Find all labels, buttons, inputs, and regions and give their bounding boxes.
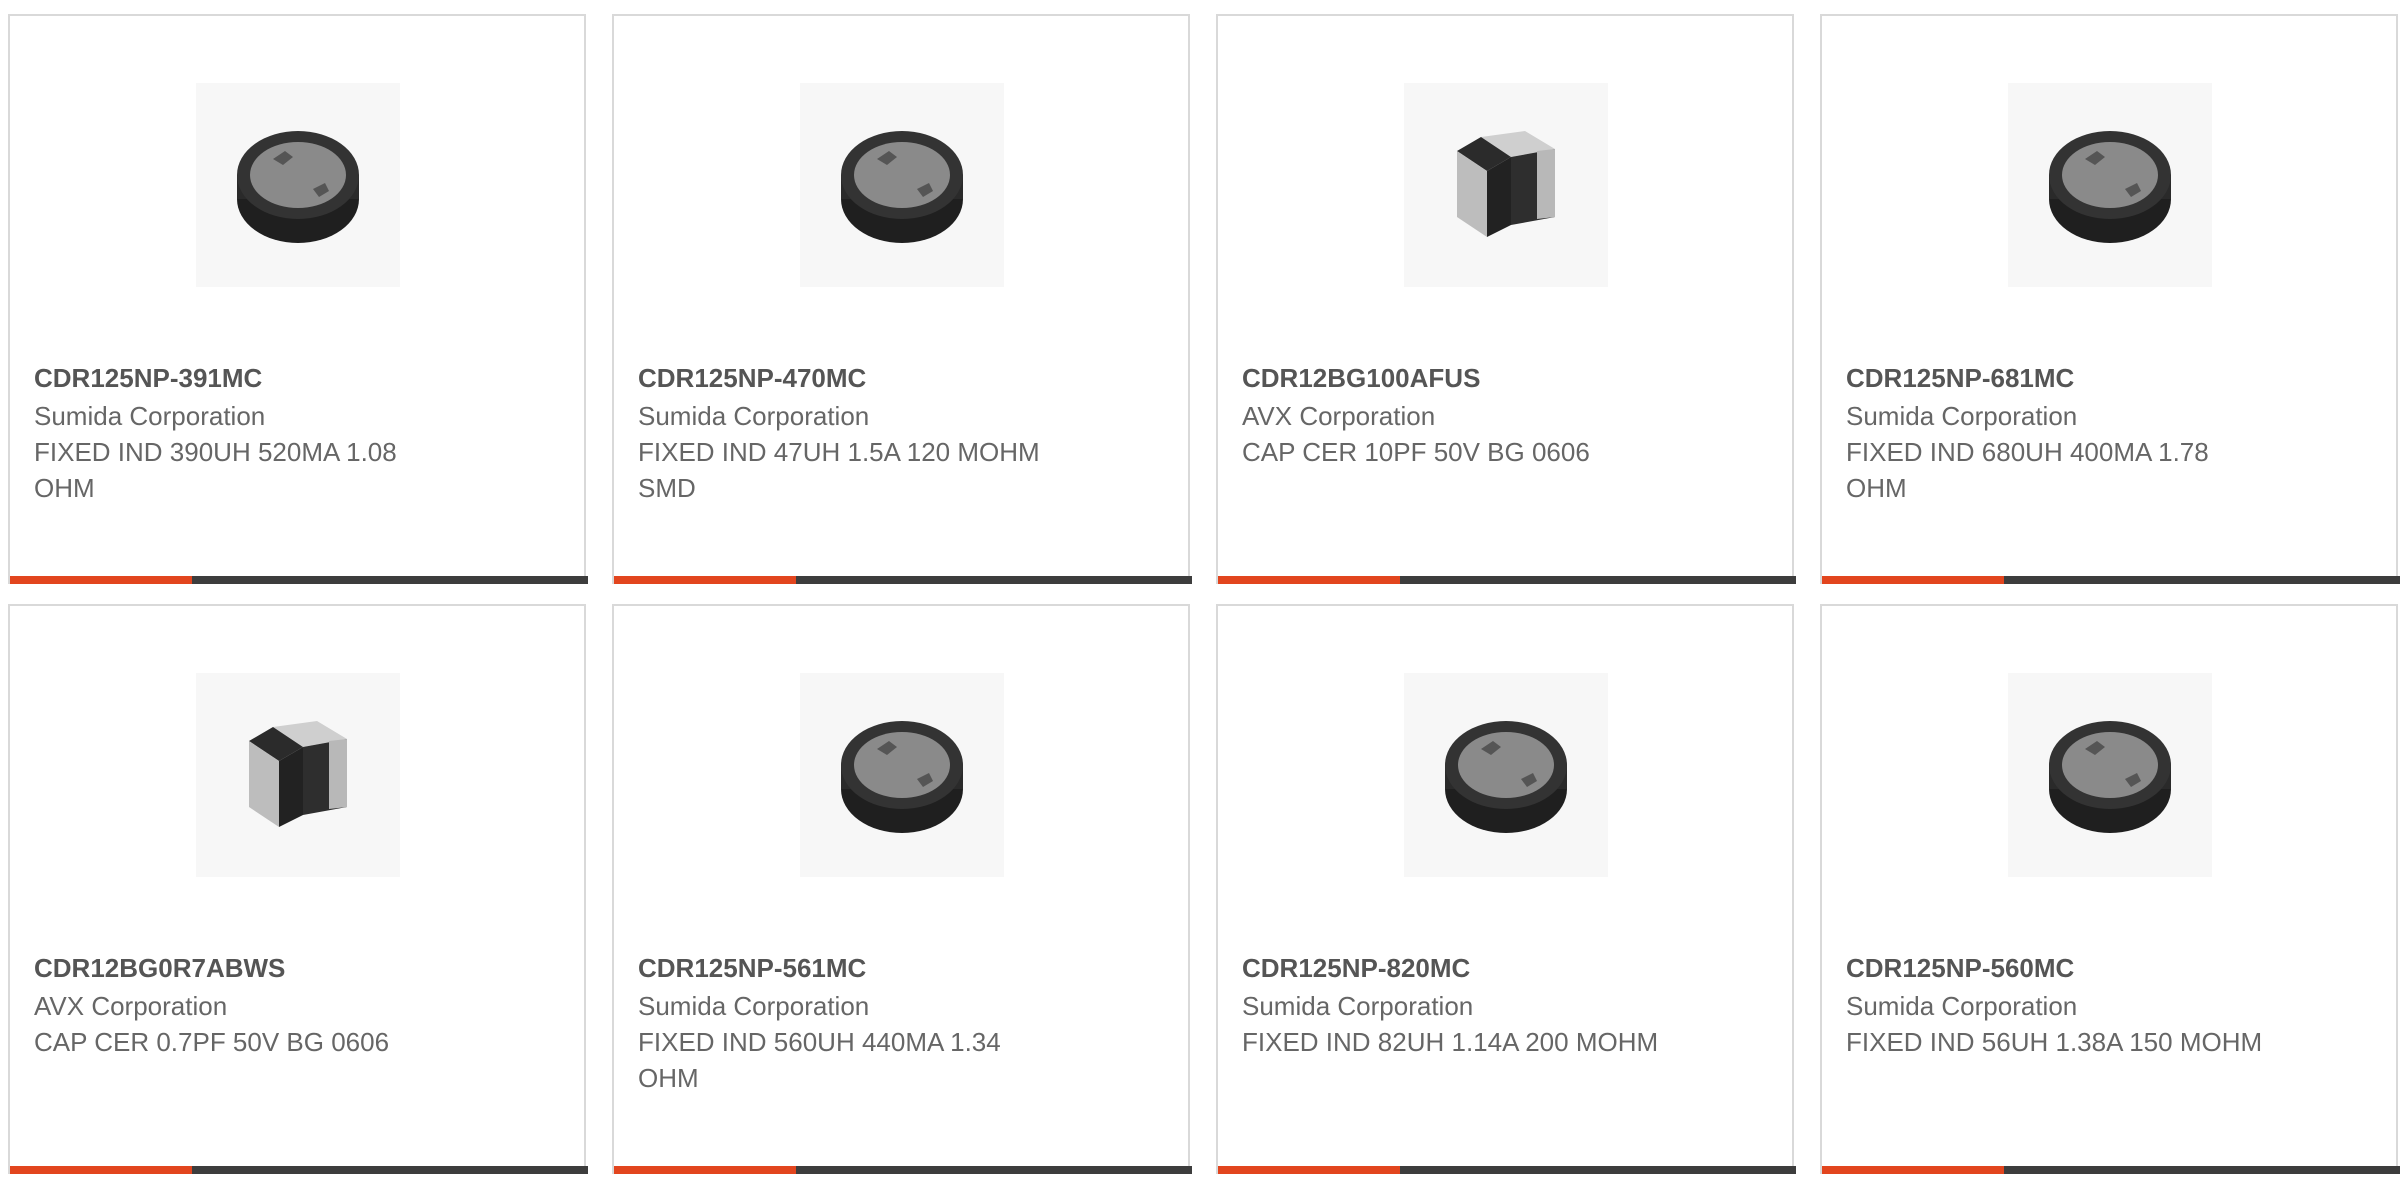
description: FIXED IND 47UH 1.5A 120 MOHM SMD — [638, 437, 1040, 503]
accent-bar — [1218, 576, 1400, 584]
part-number[interactable]: CDR125NP-470MC — [638, 360, 866, 396]
description: FIXED IND 680UH 400MA 1.78 OHM — [1846, 437, 2209, 503]
capacitor-icon — [249, 721, 347, 827]
product-card[interactable]: CDR125NP-560MC Sumida Corporation FIXED … — [1820, 604, 2400, 1174]
product-card[interactable]: CDR125NP-391MC Sumida Corporation FIXED … — [8, 14, 588, 584]
description: FIXED IND 560UH 440MA 1.34 OHM — [638, 1027, 1001, 1093]
card-footer-bar — [614, 576, 1192, 584]
inductor-icon — [841, 131, 963, 243]
accent-bar — [614, 1166, 796, 1174]
accent-bar — [10, 1166, 192, 1174]
product-image[interactable] — [196, 83, 400, 287]
inductor-icon — [2049, 131, 2171, 243]
card-footer-bar — [1218, 1166, 1796, 1174]
part-number[interactable]: CDR125NP-681MC — [1846, 360, 2074, 396]
product-image[interactable] — [1404, 83, 1608, 287]
product-image[interactable] — [2008, 83, 2212, 287]
part-number[interactable]: CDR125NP-561MC — [638, 950, 866, 986]
accent-bar — [10, 576, 192, 584]
manufacturer: Sumida Corporation — [638, 401, 870, 431]
inductor-icon — [2049, 721, 2171, 833]
inductor-icon — [237, 131, 359, 243]
product-card[interactable]: CDR12BG100AFUS AVX Corporation CAP CER 1… — [1216, 14, 1796, 584]
product-card[interactable]: CDR125NP-561MC Sumida Corporation FIXED … — [612, 604, 1192, 1174]
manufacturer: AVX Corporation — [34, 991, 228, 1021]
accent-bar — [1218, 1166, 1400, 1174]
product-image[interactable] — [800, 673, 1004, 877]
card-footer-bar — [10, 1166, 588, 1174]
manufacturer: Sumida Corporation — [34, 401, 266, 431]
part-number[interactable]: CDR12BG0R7ABWS — [34, 950, 285, 986]
manufacturer: Sumida Corporation — [1846, 401, 2078, 431]
manufacturer: AVX Corporation — [1242, 401, 1436, 431]
product-card[interactable]: CDR125NP-681MC Sumida Corporation FIXED … — [1820, 14, 2400, 584]
description: CAP CER 0.7PF 50V BG 0606 — [34, 1027, 390, 1057]
accent-bar — [1822, 576, 2004, 584]
card-footer-bar — [10, 576, 588, 584]
card-footer-bar — [614, 1166, 1192, 1174]
part-number[interactable]: CDR125NP-391MC — [34, 360, 262, 396]
product-image[interactable] — [196, 673, 400, 877]
description: FIXED IND 56UH 1.38A 150 MOHM — [1846, 1027, 2263, 1057]
product-grid: CDR125NP-391MC Sumida Corporation FIXED … — [8, 14, 2400, 1181]
card-footer-bar — [1822, 576, 2400, 584]
inductor-icon — [841, 721, 963, 833]
description: FIXED IND 82UH 1.14A 200 MOHM — [1242, 1027, 1659, 1057]
product-card[interactable]: CDR12BG0R7ABWS AVX Corporation CAP CER 0… — [8, 604, 588, 1174]
capacitor-icon — [1457, 131, 1555, 237]
manufacturer: Sumida Corporation — [638, 991, 870, 1021]
part-number[interactable]: CDR125NP-820MC — [1242, 950, 1470, 986]
product-image[interactable] — [800, 83, 1004, 287]
product-image[interactable] — [1404, 673, 1608, 877]
inductor-icon — [1445, 721, 1567, 833]
part-number[interactable]: CDR12BG100AFUS — [1242, 360, 1480, 396]
description: FIXED IND 390UH 520MA 1.08 OHM — [34, 437, 397, 503]
accent-bar — [1822, 1166, 2004, 1174]
manufacturer: Sumida Corporation — [1846, 991, 2078, 1021]
card-footer-bar — [1822, 1166, 2400, 1174]
manufacturer: Sumida Corporation — [1242, 991, 1474, 1021]
product-card[interactable]: CDR125NP-820MC Sumida Corporation FIXED … — [1216, 604, 1796, 1174]
product-card[interactable]: CDR125NP-470MC Sumida Corporation FIXED … — [612, 14, 1192, 584]
product-image[interactable] — [2008, 673, 2212, 877]
accent-bar — [614, 576, 796, 584]
part-number[interactable]: CDR125NP-560MC — [1846, 950, 2074, 986]
card-footer-bar — [1218, 576, 1796, 584]
description: CAP CER 10PF 50V BG 0606 — [1242, 437, 1590, 467]
